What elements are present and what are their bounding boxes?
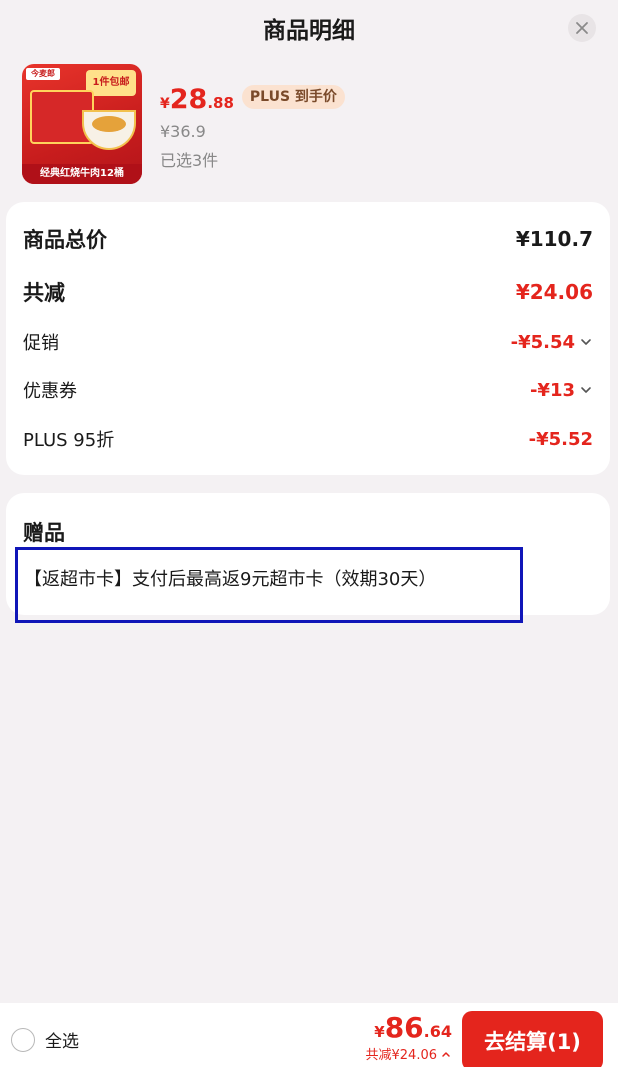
footer-currency: ¥ (374, 1023, 385, 1041)
footer-total: ¥ 86 .64 共减¥24.06 (366, 1011, 453, 1063)
plus-discount-row: PLUS 95折 -¥5.52 (23, 424, 593, 454)
product-price: ¥ 28 .88 PLUS 到手价 (160, 84, 345, 115)
checkout-button[interactable]: 去结算(1) (462, 1011, 603, 1067)
chevron-up-icon (442, 1051, 450, 1057)
product-thumbnail[interactable]: 今麦郎 1件包邮 经典红烧牛肉12桶 (22, 64, 142, 184)
promo-value: -¥5.54 (510, 331, 575, 353)
footer-total-decimal: .64 (423, 1022, 452, 1041)
total-price-value: ¥110.7 (515, 227, 593, 251)
plus-discount-label: PLUS 95折 (23, 430, 115, 451)
total-price-label: 商品总价 (23, 228, 107, 252)
selected-count: 已选3件 (160, 151, 219, 170)
header: 商品明细 (0, 0, 618, 56)
price-decimal: .88 (207, 94, 234, 112)
coupon-value: -¥13 (529, 379, 575, 401)
price-currency: ¥ (160, 96, 170, 112)
close-button[interactable] (568, 14, 596, 42)
footer-bar: 全选 ¥ 86 .64 共减¥24.06 去结算(1) (0, 1003, 618, 1067)
select-all-label: 全选 (45, 1032, 79, 1052)
promo-row[interactable]: 促销 -¥5.54 (23, 327, 593, 357)
page-title: 商品明细 (263, 18, 355, 44)
footer-reduce-text: 共减¥24.06 (365, 1048, 438, 1063)
plus-price-badge: PLUS 到手价 (241, 84, 345, 109)
footer-total-price: ¥ 86 .64 (366, 1011, 452, 1044)
close-icon (576, 22, 588, 34)
noodle-bowl-image (82, 110, 136, 150)
total-reduce-row: 共减 ¥24.06 (23, 277, 593, 307)
total-reduce-label: 共减 (23, 281, 65, 305)
product-info: 今麦郎 1件包邮 经典红烧牛肉12桶 ¥ 28 .88 PLUS 到手价 ¥36… (22, 64, 602, 188)
coupon-label: 优惠券 (23, 381, 77, 402)
promo-label: 促销 (23, 333, 59, 354)
price-summary-card: 商品总价 ¥110.7 共减 ¥24.06 促销 -¥5.54 优惠券 -¥13… (6, 202, 610, 475)
brand-tag: 今麦郎 (26, 68, 60, 80)
select-all[interactable]: 全选 (11, 1027, 79, 1052)
footer-reduce-toggle[interactable]: 共减¥24.06 (366, 1044, 453, 1063)
footer-total-integer: 86 (384, 1011, 424, 1044)
price-integer: 28 (169, 84, 208, 115)
chevron-down-icon[interactable] (579, 335, 593, 349)
gift-highlight-box (15, 547, 523, 623)
thumbnail-caption: 经典红烧牛肉12桶 (22, 164, 142, 184)
radio-icon[interactable] (11, 1027, 35, 1052)
total-reduce-value: ¥24.06 (515, 280, 593, 304)
chevron-down-icon[interactable] (579, 383, 593, 397)
total-price-row: 商品总价 ¥110.7 (23, 224, 593, 254)
coupon-row[interactable]: 优惠券 -¥13 (23, 375, 593, 405)
plus-discount-value: -¥5.52 (528, 428, 593, 450)
original-price: ¥36.9 (160, 122, 206, 141)
gift-title: 赠品 (23, 521, 65, 545)
